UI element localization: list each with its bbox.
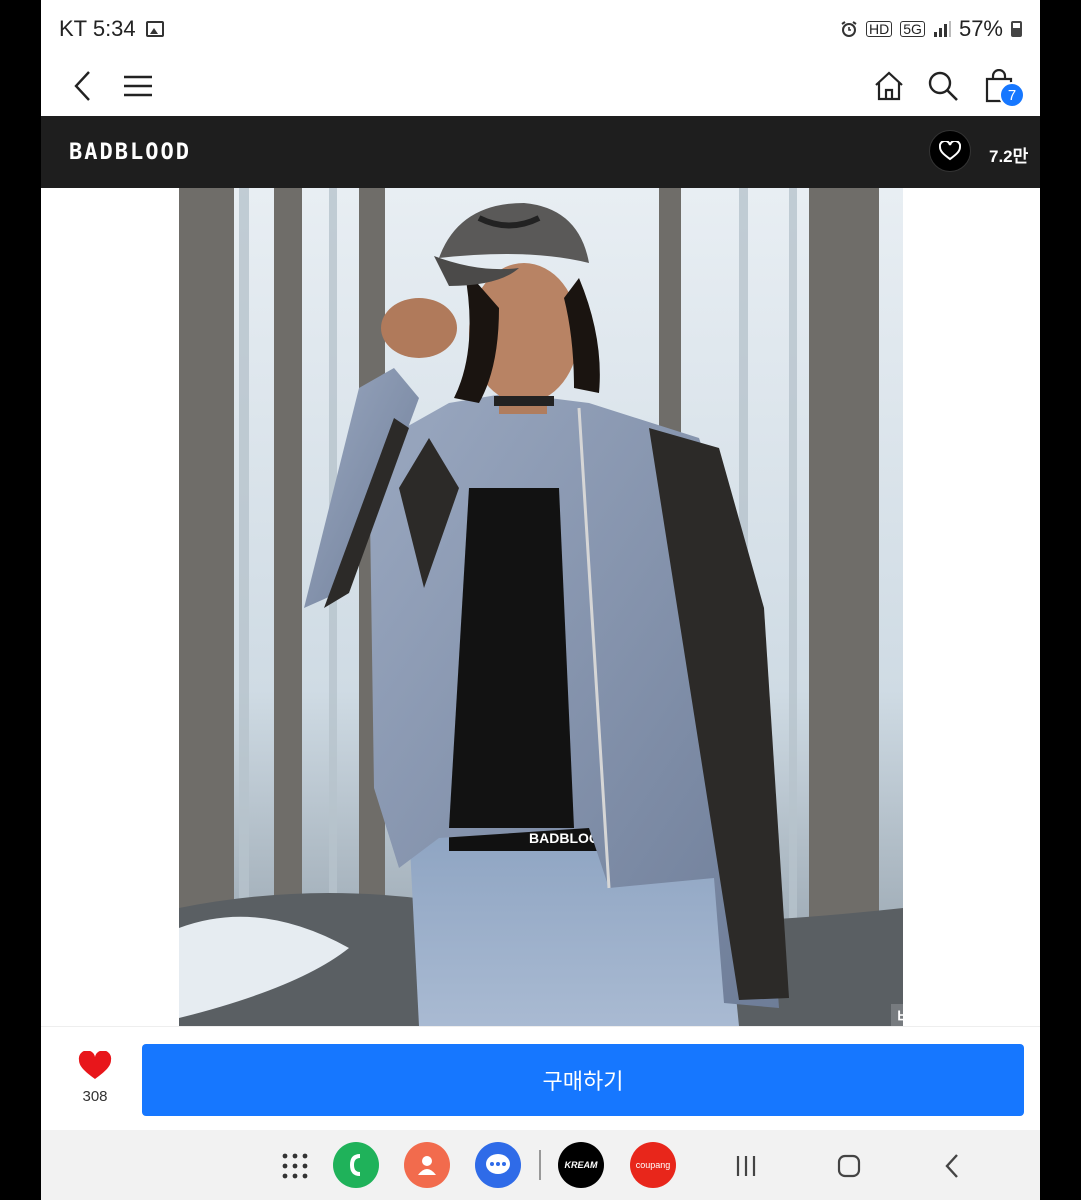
status-bar: KT 5:34 HD 5G 57%	[41, 0, 1040, 56]
menu-button[interactable]	[114, 62, 162, 110]
status-right: HD 5G 57%	[840, 16, 1022, 42]
signal-icon	[933, 21, 951, 37]
phone-icon	[349, 1154, 361, 1176]
coupang-label: coupang	[635, 1160, 671, 1170]
alarm-icon	[841, 21, 857, 37]
recent-apps-button[interactable]	[724, 1144, 768, 1188]
app-header: 7	[41, 56, 1040, 116]
gallery-notification-icon	[145, 21, 164, 37]
recent-apps-icon	[736, 1156, 756, 1176]
brand-name[interactable]: BADBLOOD	[69, 140, 191, 165]
home-square-icon	[837, 1154, 861, 1178]
chevron-left-icon	[74, 71, 90, 101]
battery-icon	[1011, 21, 1022, 37]
cart-count-badge: 7	[999, 82, 1025, 108]
chevron-left-icon	[945, 1154, 958, 1178]
brand-like-button[interactable]	[929, 130, 971, 172]
kream-label: KREAM	[564, 1160, 598, 1170]
carrier-time: KT 5:34	[59, 16, 136, 41]
back-button[interactable]	[59, 62, 107, 110]
wish-count: 308	[82, 1088, 108, 1105]
home-nav-button[interactable]	[827, 1144, 871, 1188]
chat-bubble-icon	[486, 1154, 510, 1174]
hamburger-menu-icon	[124, 75, 152, 97]
contacts-app-icon[interactable]	[404, 1142, 450, 1188]
heart-filled-icon	[78, 1050, 112, 1079]
kream-app-icon[interactable]: KREAM	[558, 1142, 604, 1188]
app-drawer-button[interactable]	[273, 1144, 317, 1188]
hd-voice-icon: HD	[866, 21, 893, 37]
product-image-area: BADBLOOD 비슷한 스타일 >	[41, 188, 1040, 1200]
buy-button[interactable]: 구매하기	[142, 1044, 1024, 1116]
search-button[interactable]	[919, 62, 967, 110]
status-left: KT 5:34	[59, 16, 164, 42]
product-photo[interactable]: BADBLOOD	[179, 188, 903, 1026]
phone-screen: KT 5:34 HD 5G 57% 7 BADBLOOD 7.2만 BADBLO…	[41, 0, 1040, 1200]
heart-outline-icon	[939, 141, 961, 161]
purchase-bar: 308 구매하기	[41, 1026, 1040, 1130]
messages-app-icon[interactable]	[475, 1142, 521, 1188]
wish-button[interactable]: 308	[65, 1050, 125, 1111]
home-icon	[875, 71, 903, 101]
brand-like-count: 7.2만	[989, 147, 1029, 166]
back-nav-button[interactable]	[930, 1144, 974, 1188]
brand-bar: BADBLOOD 7.2만	[41, 116, 1040, 188]
home-button[interactable]	[865, 62, 913, 110]
dock-divider	[539, 1150, 541, 1180]
person-icon	[418, 1156, 436, 1175]
model-in-forest-photo: BADBLOOD	[179, 188, 903, 1026]
android-nav-bar: KREAM coupang	[41, 1130, 1040, 1200]
cart-button[interactable]: 7	[975, 62, 1025, 110]
network-type-icon: 5G	[900, 21, 925, 37]
battery-percent: 57%	[958, 16, 1003, 41]
app-grid-icon	[282, 1153, 308, 1179]
search-icon	[928, 71, 958, 101]
phone-app-icon[interactable]	[333, 1142, 379, 1188]
coupang-app-icon[interactable]: coupang	[630, 1142, 676, 1188]
